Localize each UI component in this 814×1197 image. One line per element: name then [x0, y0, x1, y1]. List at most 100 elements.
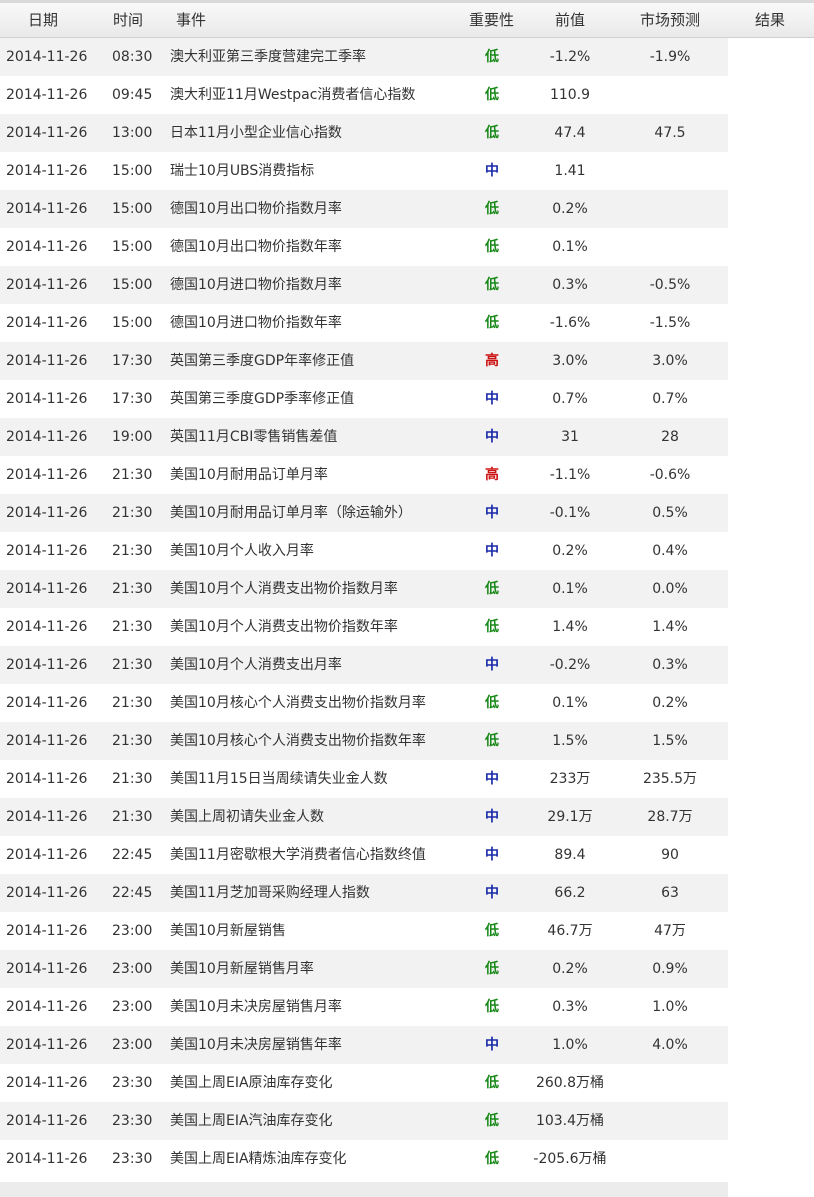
row-time: 21:30 — [112, 733, 153, 749]
header-forecast[interactable]: 市场预测 — [640, 3, 700, 37]
row-importance: 低 — [485, 999, 499, 1015]
row-importance: 低 — [485, 1151, 499, 1167]
row-previous: 0.7% — [552, 391, 588, 407]
header-previous[interactable]: 前值 — [555, 3, 585, 37]
table-row[interactable]: 2014-11-26 08:30 澳大利亚第三季度营建完工季率 低 -1.2% -1.9% — [0, 38, 728, 76]
row-date: 2014-11-26 — [6, 49, 88, 65]
header-date[interactable]: 日期 — [28, 3, 58, 37]
row-previous: 0.2% — [552, 543, 588, 559]
row-date: 2014-11-26 — [6, 125, 88, 141]
table-row[interactable]: 2014-11-26 23:30 美国上周EIA原油库存变化 低 260.8万桶 — [0, 1064, 728, 1102]
row-event: 美国10月个人消费支出月率 — [170, 657, 342, 673]
row-event: 美国11月密歇根大学消费者信心指数终值 — [170, 847, 426, 863]
row-date: 2014-11-26 — [6, 733, 88, 749]
row-forecast: 0.5% — [652, 505, 688, 521]
row-forecast: 1.5% — [652, 733, 688, 749]
table-row[interactable]: 2014-11-26 23:30 美国上周EIA精炼油库存变化 低 -205.6万桶 — [0, 1140, 728, 1178]
table-row[interactable]: 2014-11-26 17:30 英国第三季度GDP年率修正值 高 3.0% 3.0% — [0, 342, 728, 380]
row-date: 2014-11-26 — [6, 87, 88, 103]
row-previous: 29.1万 — [547, 809, 593, 825]
table-row[interactable]: 2014-11-26 21:30 美国上周初请失业金人数 中 29.1万 28.7万 — [0, 798, 728, 836]
table-row[interactable]: 2014-11-26 23:00 美国10月新屋销售月率 低 0.2% 0.9% — [0, 950, 728, 988]
table-row[interactable]: 2014-11-26 09:45 澳大利亚11月Westpac消费者信心指数 低 110… — [0, 76, 728, 114]
row-importance: 低 — [485, 125, 499, 141]
header-time[interactable]: 时间 — [113, 3, 143, 37]
row-date: 2014-11-26 — [6, 163, 88, 179]
table-row[interactable]: 2014-11-26 21:30 美国10月个人消费支出月率 中 -0.2% 0.3% — [0, 646, 728, 684]
row-previous: 0.2% — [552, 961, 588, 977]
row-forecast: -0.5% — [649, 277, 691, 293]
row-event: 英国11月CBI零售销售差值 — [170, 429, 338, 445]
row-event: 美国10月耐用品订单月率 — [170, 467, 328, 483]
table-row[interactable]: 2014-11-26 23:00 美国10月未决房屋销售月率 低 0.3% 1.0% — [0, 988, 728, 1026]
row-date: 2014-11-26 — [6, 771, 88, 787]
row-date: 2014-11-26 — [6, 885, 88, 901]
row-event: 英国第三季度GDP季率修正值 — [170, 391, 355, 407]
row-date: 2014-11-26 — [6, 581, 88, 597]
table-header: 日期 时间 事件 重要性 前值 市场预测 结果 — [0, 3, 814, 38]
row-event: 美国11月15日当周续请失业金人数 — [170, 771, 388, 787]
row-time: 21:30 — [112, 581, 153, 597]
row-forecast: -0.6% — [649, 467, 691, 483]
row-event: 美国上周EIA汽油库存变化 — [170, 1113, 333, 1129]
row-forecast: 0.4% — [652, 543, 688, 559]
table-row[interactable]: 2014-11-26 21:30 美国10月个人收入月率 中 0.2% 0.4% — [0, 532, 728, 570]
row-event: 德国10月出口物价指数年率 — [170, 239, 342, 255]
table-row[interactable]: 2014-11-26 22:45 美国11月芝加哥采购经理人指数 中 66.2 63 — [0, 874, 728, 912]
row-time: 15:00 — [112, 239, 153, 255]
row-date: 2014-11-26 — [6, 543, 88, 559]
table-row[interactable]: 2014-11-26 15:00 德国10月进口物价指数月率 低 0.3% -0.5% — [0, 266, 728, 304]
table-row[interactable]: 2014-11-26 15:00 德国10月出口物价指数月率 低 0.2% — [0, 190, 728, 228]
row-previous: 31 — [561, 429, 579, 445]
table-row[interactable]: 2014-11-26 15:00 德国10月出口物价指数年率 低 0.1% — [0, 228, 728, 266]
row-importance: 中 — [485, 847, 499, 863]
row-previous: 1.4% — [552, 619, 588, 635]
row-time: 15:00 — [112, 277, 153, 293]
row-time: 21:30 — [112, 505, 153, 521]
row-forecast: 1.4% — [652, 619, 688, 635]
table-row[interactable]: 2014-11-26 19:00 英国11月CBI零售销售差值 中 31 28 — [0, 418, 728, 456]
row-previous: 110.9 — [549, 87, 591, 103]
row-importance: 中 — [485, 1037, 499, 1053]
row-importance: 中 — [485, 505, 499, 521]
row-importance: 低 — [485, 49, 499, 65]
table-row[interactable]: 2014-11-26 21:30 美国10月核心个人消费支出物价指数月率 低 0.1% 0… — [0, 684, 728, 722]
header-result[interactable]: 结果 — [755, 3, 785, 37]
row-forecast: 0.0% — [652, 581, 688, 597]
table-row[interactable]: 2014-11-26 15:00 瑞士10月UBS消费指标 中 1.41 — [0, 152, 728, 190]
row-previous: 1.5% — [552, 733, 588, 749]
row-time: 09:45 — [112, 87, 153, 103]
row-importance: 高 — [485, 353, 499, 369]
table-row[interactable]: 2014-11-26 21:30 美国11月15日当周续请失业金人数 中 233万 235… — [0, 760, 728, 798]
result-column-area — [728, 38, 814, 1197]
table-row[interactable]: 2014-11-26 21:30 美国10月耐用品订单月率（除运输外） 中 -0.1% 0… — [0, 494, 728, 532]
row-event: 德国10月进口物价指数月率 — [170, 277, 342, 293]
row-date: 2014-11-26 — [6, 239, 88, 255]
table-row[interactable]: 2014-11-26 21:30 美国10月耐用品订单月率 高 -1.1% -0.6% — [0, 456, 728, 494]
table-row[interactable]: 2014-11-26 21:30 美国10月个人消费支出物价指数月率 低 0.1% 0.0… — [0, 570, 728, 608]
table-row[interactable]: 2014-11-26 21:30 美国10月个人消费支出物价指数年率 低 1.4% 1.4… — [0, 608, 728, 646]
table-row[interactable]: 2014-11-26 23:30 美国上周EIA汽油库存变化 低 103.4万桶 — [0, 1102, 728, 1140]
row-time: 21:30 — [112, 695, 153, 711]
row-importance: 低 — [485, 923, 499, 939]
row-importance: 低 — [485, 201, 499, 217]
row-time: 21:30 — [112, 771, 153, 787]
row-previous: -1.1% — [549, 467, 591, 483]
table-row[interactable]: 2014-11-26 17:30 英国第三季度GDP季率修正值 中 0.7% 0.7% — [0, 380, 728, 418]
row-previous: -0.2% — [549, 657, 591, 673]
row-forecast: 0.3% — [652, 657, 688, 673]
row-previous: 1.0% — [552, 1037, 588, 1053]
row-previous: -0.1% — [549, 505, 591, 521]
header-event[interactable]: 事件 — [176, 3, 206, 37]
row-event: 美国10月新屋销售月率 — [170, 961, 314, 977]
table-row[interactable]: 2014-11-26 22:45 美国11月密歇根大学消费者信心指数终值 中 89.4 9… — [0, 836, 728, 874]
row-forecast: 1.0% — [652, 999, 688, 1015]
table-row[interactable]: 2014-11-26 23:00 美国10月新屋销售 低 46.7万 47万 — [0, 912, 728, 950]
row-date: 2014-11-26 — [6, 391, 88, 407]
row-time: 23:00 — [112, 961, 153, 977]
table-row[interactable]: 2014-11-26 23:00 美国10月未决房屋销售年率 中 1.0% 4.0% — [0, 1026, 728, 1064]
table-row[interactable]: 2014-11-26 13:00 日本11月小型企业信心指数 低 47.4 47.5 — [0, 114, 728, 152]
table-row[interactable]: 2014-11-26 21:30 美国10月核心个人消费支出物价指数年率 低 1.5% 1… — [0, 722, 728, 760]
header-importance[interactable]: 重要性 — [469, 3, 514, 37]
table-row[interactable]: 2014-11-26 15:00 德国10月进口物价指数年率 低 -1.6% -1.5% — [0, 304, 728, 342]
